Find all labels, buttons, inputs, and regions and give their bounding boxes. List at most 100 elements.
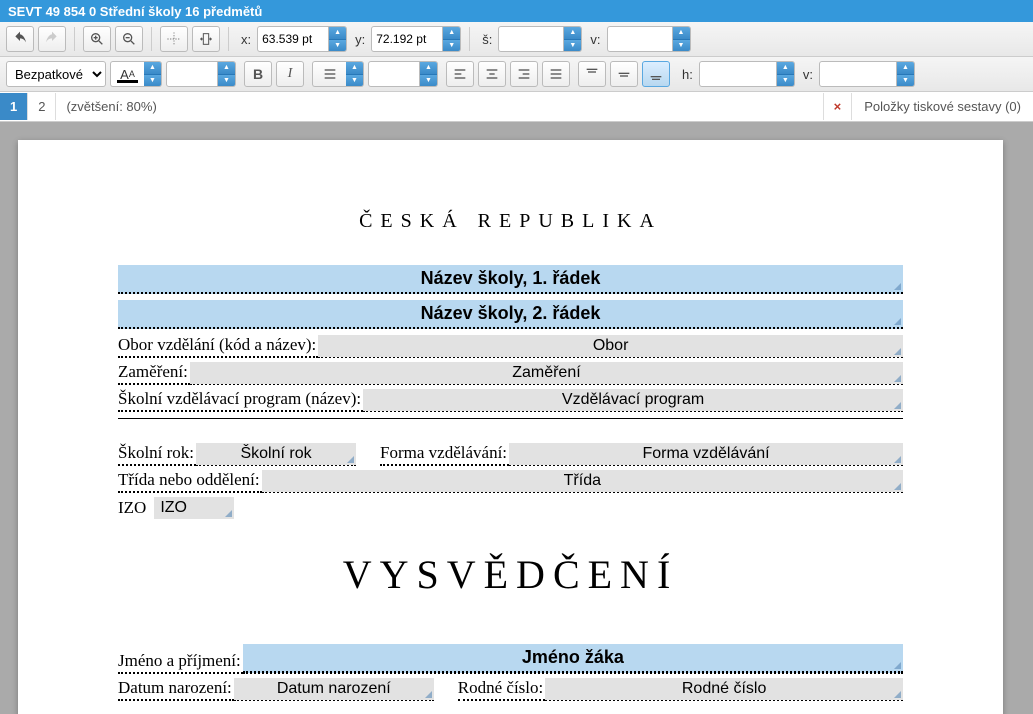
valign-bottom-button[interactable] <box>642 61 670 87</box>
zoom-in-button[interactable] <box>83 26 111 52</box>
trida-label: Třída nebo oddělení: <box>118 470 262 493</box>
zoom-in-icon <box>89 31 105 47</box>
program-label: Školní vzdělávací program (název): <box>118 389 363 412</box>
align-center-icon <box>484 66 500 82</box>
dim-v-input[interactable] <box>819 61 897 87</box>
obor-field[interactable]: Obor <box>318 335 903 357</box>
rodne-label: Rodné číslo: <box>458 678 545 701</box>
height-input[interactable] <box>607 26 673 52</box>
zoom-out-button[interactable] <box>115 26 143 52</box>
text-color-button[interactable]: AA <box>110 61 144 87</box>
rok-forma-row: Školní rok: Školní rok Forma vzdělávání:… <box>118 443 903 466</box>
window-title: SEVT 49 854 0 Střední školy 16 předmětů <box>8 4 262 19</box>
izo-field[interactable]: IZO <box>154 497 234 519</box>
izo-label: IZO <box>118 498 148 519</box>
rok-label: Školní rok: <box>118 443 196 466</box>
dim-v-label: v: <box>803 67 813 82</box>
redo-button[interactable] <box>38 26 66 52</box>
trida-row: Třída nebo oddělení: Třída <box>118 470 903 493</box>
canvas-area[interactable]: ČESKÁ REPUBLIKA Název školy, 1. řádek Ná… <box>0 122 1033 714</box>
dim-h-spinner[interactable]: ▲▼ <box>777 61 795 87</box>
school-name-2-field[interactable]: Název školy, 2. řádek <box>118 300 903 329</box>
line-spacing-icon <box>322 66 338 82</box>
valign-middle-icon <box>616 66 632 82</box>
bold-button[interactable]: B <box>244 61 272 87</box>
line-spacing-dropdown[interactable]: ▲▼ <box>346 61 364 87</box>
spacing-input[interactable] <box>368 61 420 87</box>
expand-button[interactable] <box>192 26 220 52</box>
y-label: y: <box>355 32 365 47</box>
main-toolbar: x: ▲▼ y: ▲▼ š: ▲▼ v: ▲▼ <box>0 22 1033 57</box>
program-field[interactable]: Vzdělávací program <box>363 389 903 411</box>
x-spinner[interactable]: ▲▼ <box>329 26 347 52</box>
dim-h-label: h: <box>682 67 693 82</box>
zamereni-label: Zaměření: <box>118 362 190 385</box>
align-left-button[interactable] <box>446 61 474 87</box>
obor-label: Obor vzdělání (kód a název): <box>118 335 318 358</box>
datum-rodne-row: Datum narození: Datum narození Rodné čís… <box>118 678 903 701</box>
forma-field[interactable]: Forma vzdělávání <box>509 443 903 465</box>
dim-h-input[interactable] <box>699 61 777 87</box>
height-spinner[interactable]: ▲▼ <box>673 26 691 52</box>
undo-button[interactable] <box>6 26 34 52</box>
datum-label: Datum narození: <box>118 678 234 701</box>
text-color-dropdown[interactable]: ▲▼ <box>144 61 162 87</box>
zoom-info: (zvětšení: 80%) <box>56 93 822 120</box>
align-left-icon <box>452 66 468 82</box>
rok-field[interactable]: Školní rok <box>196 443 356 465</box>
school-name-1-field[interactable]: Název školy, 1. řádek <box>118 265 903 294</box>
font-size-input[interactable] <box>166 61 218 87</box>
font-size-spinner[interactable]: ▲▼ <box>218 61 236 87</box>
rodne-field[interactable]: Rodné číslo <box>545 678 903 700</box>
x-input[interactable] <box>257 26 329 52</box>
format-toolbar: Bezpatkové AA ▲▼ ▲▼ B I ▲▼ ▲▼ h: ▲▼ v: ▲… <box>0 57 1033 92</box>
width-spinner[interactable]: ▲▼ <box>564 26 582 52</box>
trida-field[interactable]: Třída <box>262 470 903 492</box>
width-label: š: <box>482 32 492 47</box>
valign-top-icon <box>584 66 600 82</box>
certificate-title: VYSVĚDČENÍ <box>118 551 903 598</box>
undo-icon <box>12 31 28 47</box>
height-label: v: <box>590 32 600 47</box>
tab-bar: 1 2 (zvětšení: 80%) × Položky tiskové se… <box>0 92 1033 122</box>
jmeno-field[interactable]: Jméno žáka <box>243 644 903 673</box>
window-title-bar: SEVT 49 854 0 Střední školy 16 předmětů <box>0 0 1033 22</box>
section-divider-1 <box>118 418 903 419</box>
italic-button[interactable]: I <box>276 61 304 87</box>
zamereni-field[interactable]: Zaměření <box>190 362 903 384</box>
valign-middle-button[interactable] <box>610 61 638 87</box>
y-spinner[interactable]: ▲▼ <box>443 26 461 52</box>
document-page[interactable]: ČESKÁ REPUBLIKA Název školy, 1. řádek Ná… <box>18 140 1003 714</box>
valign-bottom-icon <box>648 66 664 82</box>
crosshair-icon <box>166 31 182 47</box>
jmeno-label: Jméno a příjmení: <box>118 651 243 674</box>
x-label: x: <box>241 32 251 47</box>
width-input[interactable] <box>498 26 564 52</box>
align-justify-button[interactable] <box>542 61 570 87</box>
redo-icon <box>44 31 60 47</box>
country-heading: ČESKÁ REPUBLIKA <box>118 210 903 233</box>
crosshair-button[interactable] <box>160 26 188 52</box>
datum-field[interactable]: Datum narození <box>234 678 434 700</box>
align-right-button[interactable] <box>510 61 538 87</box>
expand-icon <box>198 31 214 47</box>
align-right-icon <box>516 66 532 82</box>
page-tab-2[interactable]: 2 <box>28 93 56 120</box>
spacing-spinner[interactable]: ▲▼ <box>420 61 438 87</box>
program-row: Školní vzdělávací program (název): Vzděl… <box>118 389 903 412</box>
y-input[interactable] <box>371 26 443 52</box>
jmeno-row: Jméno a příjmení: Jméno žáka <box>118 644 903 674</box>
close-panel-button[interactable]: × <box>823 93 852 120</box>
dim-v-spinner[interactable]: ▲▼ <box>897 61 915 87</box>
zoom-out-icon <box>121 31 137 47</box>
forma-label: Forma vzdělávání: <box>380 443 509 466</box>
align-justify-icon <box>548 66 564 82</box>
page-tab-1[interactable]: 1 <box>0 93 28 120</box>
align-center-button[interactable] <box>478 61 506 87</box>
obor-row: Obor vzdělání (kód a název): Obor <box>118 335 903 358</box>
line-spacing-button[interactable] <box>312 61 346 87</box>
font-family-select[interactable]: Bezpatkové <box>6 61 106 87</box>
izo-row: IZO IZO <box>118 497 903 519</box>
valign-top-button[interactable] <box>578 61 606 87</box>
right-panel-label[interactable]: Položky tiskové sestavy (0) <box>851 93 1033 120</box>
